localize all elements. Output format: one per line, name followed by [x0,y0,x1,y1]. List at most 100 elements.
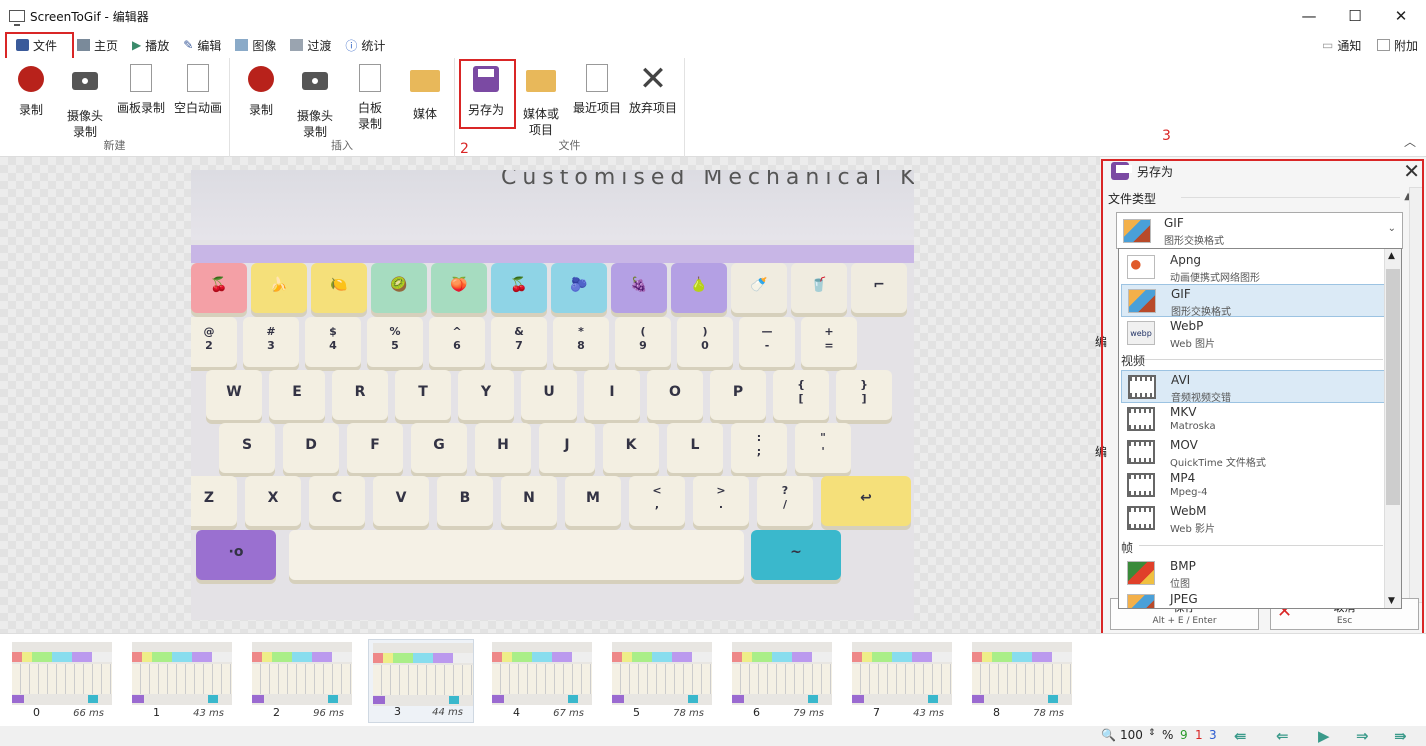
button-label: 媒体 [412,107,437,121]
next-frame-icon[interactable]: ⇒ [1356,727,1369,745]
tab-label: 过渡 [307,38,332,53]
recent-icon [586,64,608,92]
group-new: 录制 摄像头 录制 画板录制 空白动画 新建 [0,58,230,157]
insert-webcam-button[interactable]: 摄像头 录制 [292,64,338,140]
keycap: ⌐ [851,263,907,313]
frame-thumbnail[interactable]: 6 79 ms [728,639,834,723]
extras-label: 附加 [1394,38,1419,53]
keycap: #3 [243,317,299,367]
previous-frame-icon[interactable]: ⇐ [1276,727,1289,745]
highlight-box-panel [1101,159,1424,639]
thumbnail-image [252,642,352,705]
keycap: 🍼 [731,263,787,313]
insert-board-button[interactable]: 白板 录制 [347,64,393,132]
tab-label: 统计 [361,38,386,53]
frame-thumbnail[interactable]: 8 78 ms [968,639,1074,723]
play-icon[interactable]: ▶ [1318,727,1330,745]
folder-icon [410,70,440,92]
frame-thumbnail[interactable]: 4 67 ms [488,639,594,723]
keycap: @2 [191,317,237,367]
blank-page-icon [187,64,209,92]
zoom-stepper[interactable]: ⇕ [1148,728,1156,738]
group-title: 文件 [558,139,581,152]
new-webcam-button[interactable]: 摄像头 录制 [62,64,108,140]
keycap: % 5 [367,317,423,367]
keycap: 🥤 [791,263,847,313]
new-record-button[interactable]: 录制 [8,64,54,118]
keycap: >. [693,476,749,526]
frame-thumbnail[interactable]: 7 43 ms [848,639,954,723]
thumbnail-image [972,642,1072,705]
notify-label: 通知 [1337,38,1362,53]
recent-projects-button[interactable]: 最近项目 [569,64,625,116]
frame-delay: 43 ms [193,708,224,719]
close-button[interactable]: ✕ [1378,0,1424,32]
insert-media-button[interactable]: 媒体 [402,64,448,122]
collapse-ribbon-icon[interactable]: ︿ [1404,133,1416,150]
bell-icon: ▭ [1322,38,1334,52]
tab-label: 主页 [94,38,119,53]
app-icon [9,10,25,26]
thumbnail-image [852,642,952,705]
maximize-button[interactable]: ☐ [1332,0,1378,32]
keycap: " ' [795,423,851,473]
camera-icon [302,72,328,90]
tab-edit[interactable]: ✎ 编辑 [176,32,228,58]
tab-play[interactable]: ▶ 播放 [125,32,176,58]
keycap: M [565,476,621,526]
tab-transition[interactable]: 过渡 [283,32,338,58]
keycap: 🍌 [251,263,307,313]
notify-button[interactable]: ▭ 通知 [1315,32,1368,58]
zoom-value[interactable]: 100 [1120,728,1143,742]
tab-image[interactable]: 图像 [228,32,283,58]
keycap [289,530,744,580]
minimize-button[interactable]: — [1286,0,1332,32]
new-board-button[interactable]: 画板录制 [112,64,170,116]
frame-image: Customised Mechanical Ke 🍒 🍌 🍋 🥝 🍑 🍒 🫐 🍇 🍐 🍼 🥤 ⌐ @2 #… [191,170,914,620]
frame-thumbnail[interactable]: 2 96 ms [248,639,354,723]
keycap: L [667,423,723,473]
extras-button[interactable]: 附加 [1370,32,1425,58]
folder-icon [526,70,556,92]
tab-home[interactable]: 主页 [70,32,125,58]
keycap: 🫐 [551,263,607,313]
keycap: D [283,423,339,473]
keycap: * 8 [553,317,609,367]
frame-delay: 96 ms [313,708,344,719]
button-label: 摄像头 [66,109,103,123]
button-label: 放弃项目 [628,101,677,115]
thumbnail-image [732,642,832,705]
tab-label: 编辑 [197,38,222,53]
load-media-button[interactable]: 媒体或 项目 [518,64,564,138]
frame-delay: 79 ms [793,708,824,719]
frame-index: 2 [273,706,280,719]
keycap: ~ [751,530,841,580]
new-blank-button[interactable]: 空白动画 [170,64,226,116]
tab-stats[interactable]: ⓘ 统计 [338,32,392,58]
ribbon: 录制 摄像头 录制 画板录制 空白动画 新建 录制 摄像头 录制 白板 录制 媒体 插… [0,58,1426,157]
frame-thumbnail[interactable]: 5 78 ms [608,639,714,723]
button-label: 媒体或 [522,107,559,121]
insert-record-button[interactable]: 录制 [238,64,284,118]
frame-delay: 78 ms [1033,708,1064,719]
keycap: }] [836,370,892,420]
frame-count-current: 3 [1209,728,1217,742]
frame-strip: 0 66 ms 1 43 ms 2 96 ms 3 44 ms 4 67 ms 5 78 ms 6 79 … [0,633,1426,726]
frame-index: 1 [153,706,160,719]
thumbnail-image [492,642,592,705]
editor-canvas[interactable]: Customised Mechanical Ke 🍒 🍌 🍋 🥝 🍑 🍒 🫐 🍇 🍐 🍼 🥤 ⌐ @2 #… [0,157,1100,633]
frame-thumbnail[interactable]: 0 66 ms [8,639,114,723]
thumbnail-image [12,642,112,705]
frame-thumbnail[interactable]: 3 44 ms [368,639,474,723]
first-frame-icon[interactable]: ⇚ [1234,727,1247,745]
button-label: 项目 [528,123,553,137]
frame-index: 0 [33,706,40,719]
keycap: X [245,476,301,526]
frame-thumbnail[interactable]: 1 43 ms [128,639,234,723]
discard-project-button[interactable]: ✕ 放弃项目 [625,59,681,116]
keycap: ? / [757,476,813,526]
window-title: ScreenToGif - 编辑器 [30,9,149,24]
image-icon [235,39,249,51]
last-frame-icon[interactable]: ⇛ [1394,727,1407,745]
discard-icon: ✕ [638,59,668,99]
